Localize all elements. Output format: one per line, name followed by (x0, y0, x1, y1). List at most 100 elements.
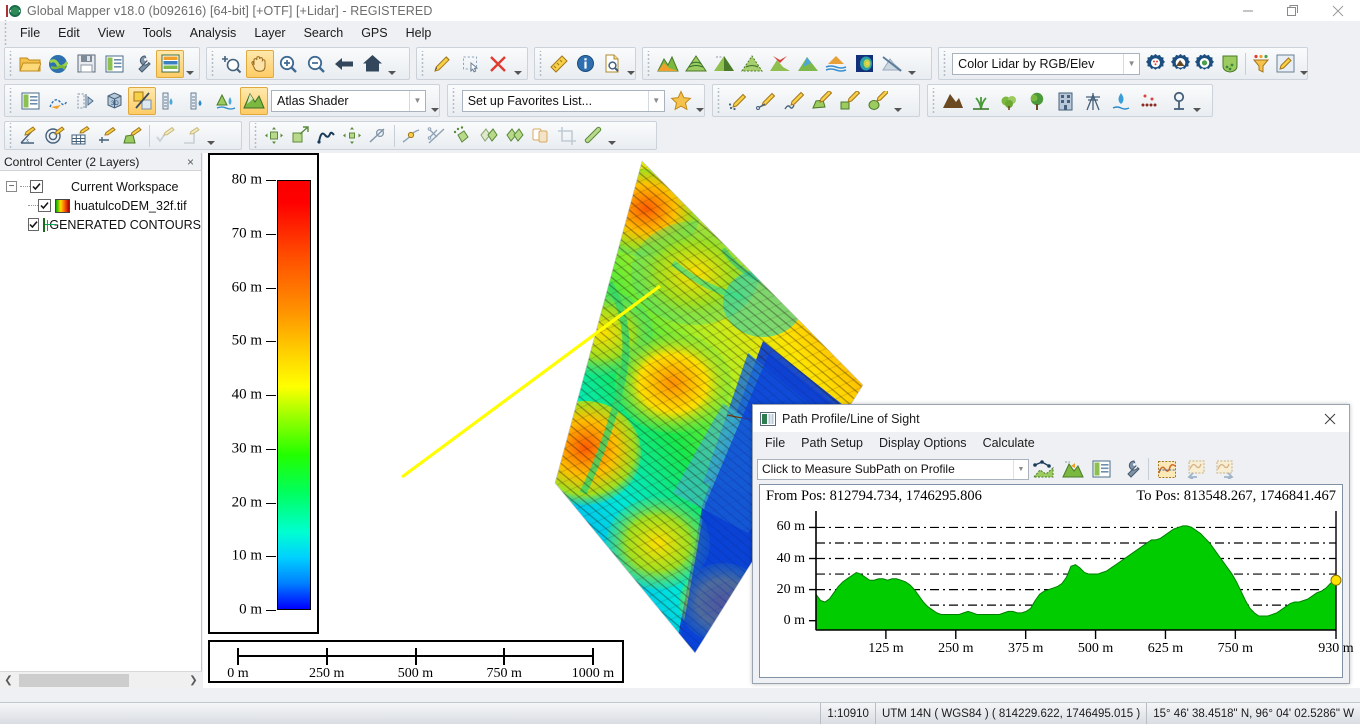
chevron-down-icon[interactable]: ▼ (1013, 459, 1028, 479)
measure-target-icon[interactable] (42, 123, 68, 148)
chevron-down-icon[interactable]: ▼ (409, 90, 425, 111)
subpath-measure-combo[interactable]: Click to Measure SubPath on Profile ▼ (757, 458, 1029, 480)
water-gauge-icon[interactable] (184, 87, 212, 115)
measure-grid-icon[interactable] (68, 123, 94, 148)
apply-edit-icon[interactable] (153, 123, 179, 148)
file-toolbar-grip[interactable] (7, 50, 14, 77)
digitize-area-icon[interactable] (808, 87, 836, 115)
digitize-curve-icon[interactable] (780, 87, 808, 115)
dialog-menu-path-setup[interactable]: Path Setup (793, 434, 871, 452)
building-feature-icon[interactable] (1051, 87, 1079, 115)
path-profile-icon[interactable] (44, 87, 72, 115)
edit-toolbar-overflow[interactable] (512, 48, 522, 79)
layer-checkbox[interactable] (38, 199, 51, 212)
scroll-right-icon[interactable]: ❯ (185, 672, 202, 689)
vertex-toolbar-overflow[interactable] (606, 118, 616, 149)
minimize-button[interactable] (1225, 0, 1270, 21)
feature-toolbar-grip[interactable] (930, 87, 937, 114)
analysis-toolbar-overflow[interactable] (429, 85, 439, 116)
shader-atlas-icon[interactable] (654, 50, 682, 78)
previous-view-icon[interactable] (330, 50, 358, 78)
feature-toolbar-overflow[interactable] (1191, 85, 1201, 116)
zoom-select-icon[interactable] (218, 50, 246, 78)
measure-ruler-icon[interactable] (546, 50, 573, 78)
close-icon[interactable]: × (184, 155, 197, 169)
shader-gradient-icon[interactable] (738, 50, 766, 78)
nav-toolbar-overflow[interactable] (386, 48, 396, 79)
profile-layout-icon[interactable] (1087, 456, 1116, 483)
profile-next-icon[interactable] (1210, 456, 1239, 483)
tree-feature-icon[interactable] (1023, 87, 1051, 115)
dialog-menu-calculate[interactable]: Calculate (975, 434, 1043, 452)
menu-view[interactable]: View (89, 23, 134, 43)
mountain-feature-icon[interactable] (939, 87, 967, 115)
measure-tape-icon[interactable] (580, 123, 606, 148)
digitize-line-icon[interactable] (752, 87, 780, 115)
shader-slope-icon[interactable] (794, 50, 822, 78)
grass-feature-icon[interactable] (967, 87, 995, 115)
save-workspace-icon[interactable] (72, 50, 100, 78)
lidar-paint-icon[interactable] (1217, 50, 1242, 78)
move-vertex-icon[interactable] (339, 123, 365, 148)
edit-toolbar-grip[interactable] (419, 50, 426, 77)
combine-area-icon[interactable] (450, 123, 476, 148)
copy-area-icon[interactable] (528, 123, 554, 148)
cut-fill-icon[interactable] (128, 86, 156, 115)
split-line-icon[interactable] (398, 123, 424, 148)
feature-info-icon[interactable] (572, 50, 599, 78)
layer-checkbox[interactable] (28, 218, 40, 231)
lidar-ground-icon[interactable] (1168, 50, 1193, 78)
digitize-ellipse-icon[interactable] (864, 87, 892, 115)
watershed-icon[interactable] (212, 87, 240, 115)
lidar-toolbar-overflow[interactable] (1298, 48, 1308, 79)
points-feature-icon[interactable] (1135, 87, 1163, 115)
elevation-profile-chart[interactable]: 0 m 20 m 40 m 60 m 125 m 250 m 375 m 500 m 625 m… (760, 507, 1354, 677)
full-view-icon[interactable] (358, 50, 386, 78)
zoom-out-icon[interactable] (302, 50, 330, 78)
favorites-combo[interactable]: Set up Favorites List... ▼ (461, 89, 665, 112)
digitize-rect-icon[interactable] (836, 87, 864, 115)
menu-gps[interactable]: GPS (352, 23, 396, 43)
menu-file[interactable]: File (11, 23, 49, 43)
rotate-feature-icon[interactable] (365, 123, 391, 148)
reshape-feature-icon[interactable] (313, 123, 339, 148)
menu-help[interactable]: Help (397, 23, 441, 43)
configure-icon[interactable] (128, 50, 156, 78)
digitizer-pencil-icon[interactable] (428, 50, 456, 78)
profile-terrain-icon[interactable] (1058, 456, 1087, 483)
dialog-close-icon[interactable] (1315, 407, 1345, 431)
lidar-toolbar-grip[interactable] (941, 50, 948, 77)
open-online-data-icon[interactable] (44, 50, 72, 78)
list-item[interactable]: huatulcoDEM_32f.tif (6, 196, 201, 215)
profile-graph-icon[interactable] (1152, 456, 1181, 483)
well-feature-icon[interactable] (1163, 87, 1191, 115)
split-area-icon[interactable] (476, 123, 502, 148)
measure-area-icon[interactable] (120, 123, 146, 148)
measure-offset-icon[interactable] (94, 123, 120, 148)
measure-toolbar-overflow[interactable] (625, 48, 635, 79)
power-line-icon[interactable] (1079, 87, 1107, 115)
zoom-in-icon[interactable] (274, 50, 302, 78)
shader-global-icon[interactable] (850, 50, 878, 78)
cut-line-icon[interactable] (424, 123, 450, 148)
overlay-control-icon[interactable] (156, 49, 184, 78)
shader-none-icon[interactable] (878, 50, 906, 78)
vertex-toolbar-grip[interactable] (252, 122, 259, 149)
menu-analysis[interactable]: Analysis (181, 23, 246, 43)
sidebar-horizontal-scrollbar[interactable]: ❮ ❯ (0, 671, 202, 688)
favorites-toolbar-overflow[interactable] (694, 85, 704, 116)
scale-feature-icon[interactable] (287, 123, 313, 148)
shader-toolbar-overflow[interactable] (906, 48, 916, 79)
view-shed-icon[interactable] (72, 87, 100, 115)
lidar-filter-icon[interactable] (1249, 50, 1274, 78)
shader-toolbar-grip[interactable] (645, 50, 652, 77)
pan-hand-icon[interactable] (246, 49, 274, 78)
three-d-view-icon[interactable]: 3D (100, 87, 128, 115)
water-level-icon[interactable] (156, 87, 184, 115)
close-button[interactable] (1315, 0, 1360, 21)
measure-toolbar-grip[interactable] (537, 50, 544, 77)
dialog-menu-file[interactable]: File (757, 434, 793, 452)
lidar-eyedropper-icon[interactable] (1273, 50, 1298, 78)
digitize-toolbar-overflow[interactable] (892, 85, 902, 116)
select-rect-icon[interactable] (456, 50, 484, 78)
